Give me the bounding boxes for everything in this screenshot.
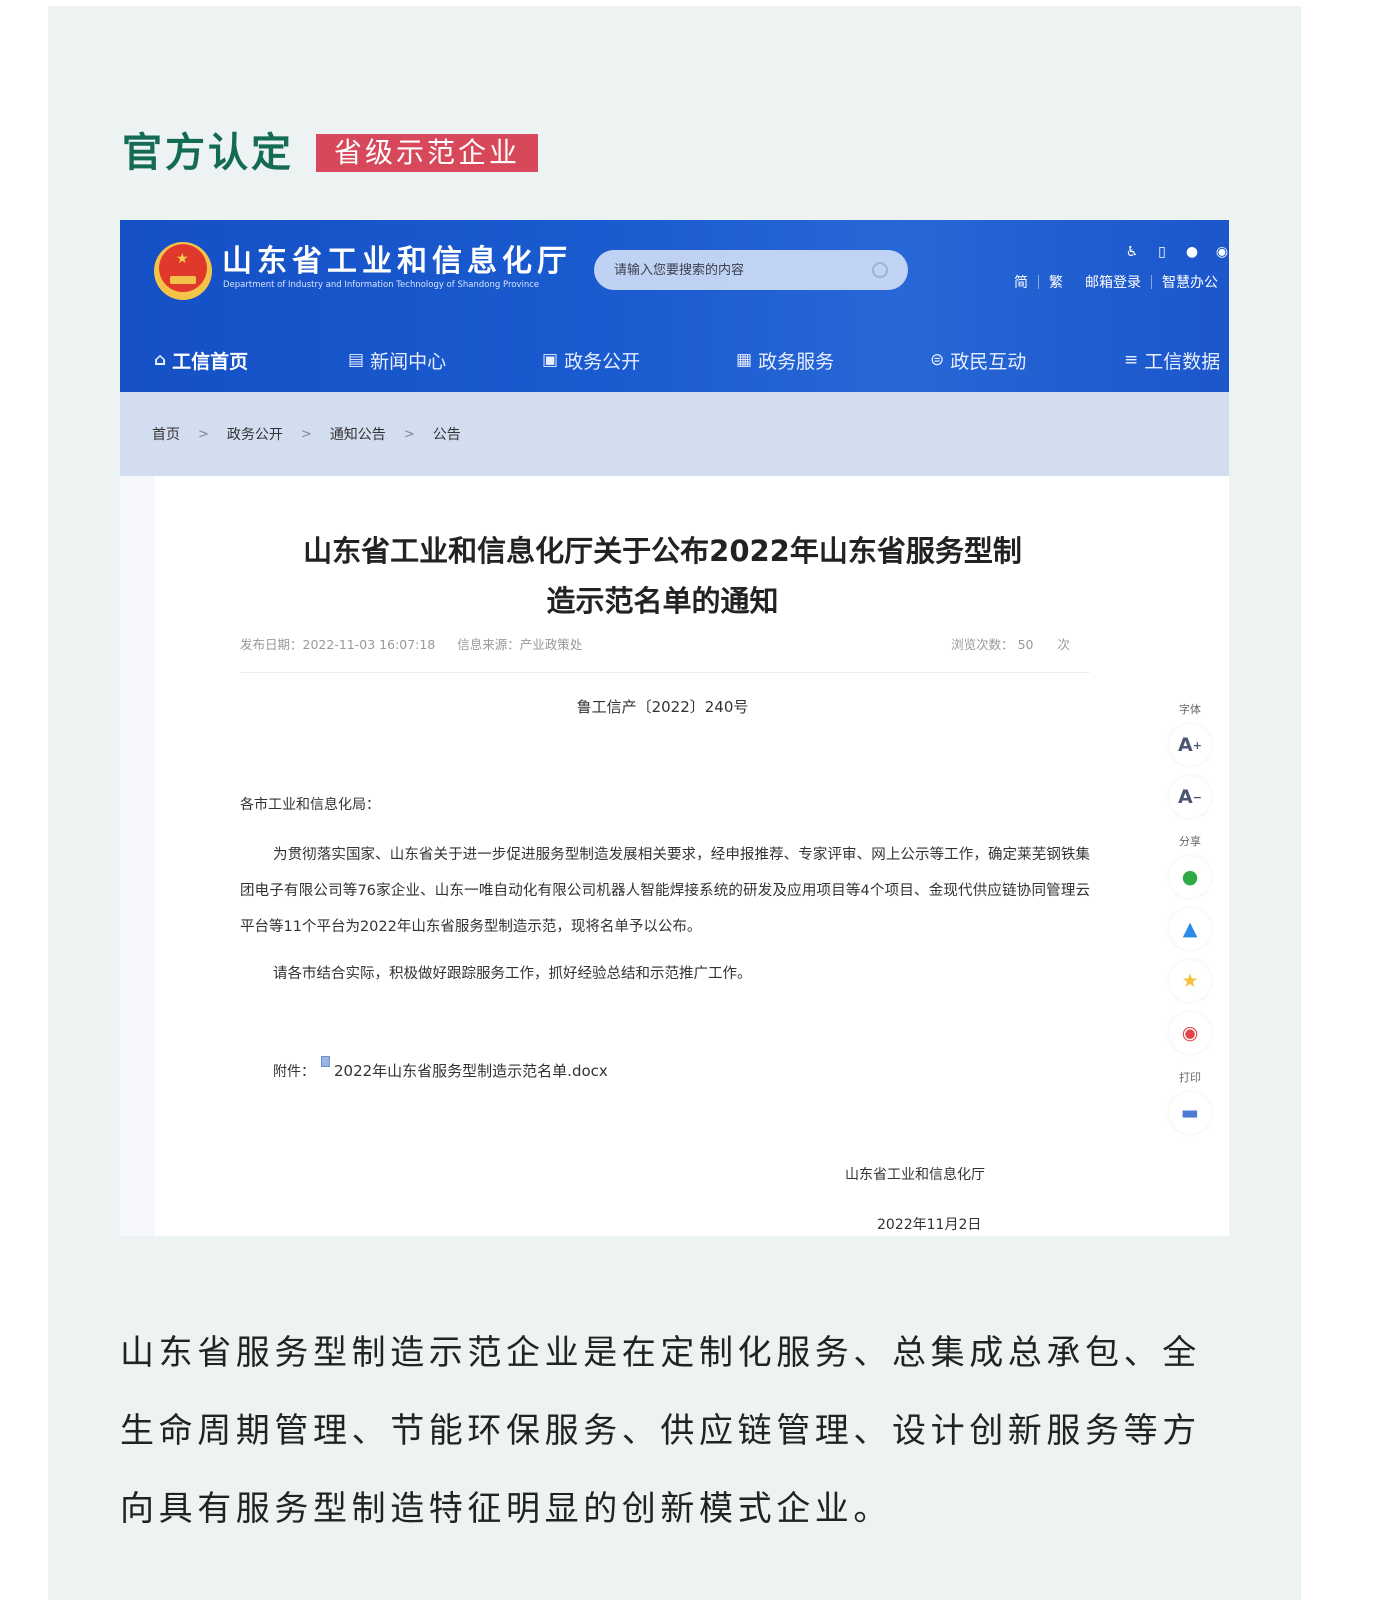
site-name-en: Department of Industry and Information T… bbox=[223, 280, 540, 290]
search-icon[interactable] bbox=[872, 262, 888, 278]
breadcrumb-separator: > bbox=[198, 426, 209, 442]
nav-item-label: 政务服务 bbox=[758, 350, 835, 373]
chat-icon: ⊜ bbox=[930, 350, 945, 370]
publish-date: 发布日期：2022-11-03 16:07:18 bbox=[240, 637, 436, 652]
addressee: 各市工业和信息化局： bbox=[240, 797, 380, 813]
main-nav: ⌂ 工信首页 ▤ 新闻中心 ▣ 政务公开 ▦ 政务服务 ⊜ 政民互动 ≡ 工信数… bbox=[120, 340, 1229, 380]
signature-date: 2022年11月2日 bbox=[877, 1217, 982, 1233]
share-label: 分享 bbox=[1179, 835, 1201, 848]
font-decrease-icon: A bbox=[1178, 786, 1193, 808]
view-count-unit: 次 bbox=[1057, 637, 1070, 652]
article-panel: 山东省工业和信息化厅关于公布2022年山东省服务型制 造示范名单的通知 发布日期… bbox=[155, 476, 1229, 1236]
weibo-icon: ◉ bbox=[1181, 1022, 1199, 1044]
font-decrease-button[interactable]: A − bbox=[1169, 776, 1211, 818]
font-increase-button[interactable]: A + bbox=[1169, 724, 1211, 766]
qq-icon: ▲ bbox=[1182, 918, 1198, 940]
nav-item-label: 新闻中心 bbox=[370, 350, 447, 373]
divider bbox=[1151, 275, 1152, 289]
font-increase-icon: A bbox=[1178, 734, 1193, 756]
simplified-link[interactable]: 简 bbox=[1014, 272, 1028, 292]
view-count: 浏览次数： 50 次 bbox=[951, 634, 1070, 653]
nav-item-label: 工信数据 bbox=[1144, 350, 1221, 373]
breadcrumb-announcement[interactable]: 公告 bbox=[433, 424, 461, 444]
breadcrumb-notices[interactable]: 通知公告 bbox=[330, 424, 386, 444]
nav-item-home[interactable]: ⌂ 工信首页 bbox=[154, 347, 248, 374]
qzone-icon: ★ bbox=[1181, 970, 1199, 992]
service-icon: ▦ bbox=[736, 350, 753, 370]
section-badge: 省级示范企业 bbox=[316, 134, 539, 172]
nav-item-label: 政务公开 bbox=[564, 350, 641, 373]
divider bbox=[240, 672, 1090, 673]
wechat-icon: ● bbox=[1181, 866, 1199, 888]
mail-login-link[interactable]: 邮箱登录 bbox=[1085, 272, 1141, 292]
share-qq-button[interactable]: ▲ bbox=[1169, 908, 1211, 950]
share-weibo-button[interactable]: ◉ bbox=[1169, 1012, 1211, 1054]
search-box bbox=[594, 250, 908, 290]
traditional-link[interactable]: 繁 bbox=[1049, 272, 1063, 292]
printer-icon: ▬ bbox=[1181, 1102, 1199, 1124]
weibo-icon[interactable]: ◉ bbox=[1215, 244, 1229, 260]
nav-item-gov-affairs[interactable]: ▣ 政务公开 bbox=[542, 347, 640, 374]
view-count-label: 浏览次数： bbox=[951, 637, 1014, 652]
top-links: 简 繁 邮箱登录 智慧办公 bbox=[1014, 272, 1218, 292]
breadcrumb-home[interactable]: 首页 bbox=[152, 424, 180, 444]
database-icon: ≡ bbox=[1124, 350, 1139, 370]
nav-item-gov-services[interactable]: ▦ 政务服务 bbox=[736, 347, 834, 374]
print-label: 打印 bbox=[1179, 1071, 1201, 1084]
document-icon: ▤ bbox=[348, 350, 365, 370]
view-count-value: 50 bbox=[1017, 637, 1034, 652]
breadcrumb-bar: 首页 > 政务公开 > 通知公告 > 公告 bbox=[120, 392, 1229, 476]
nav-item-interaction[interactable]: ⊜ 政民互动 bbox=[930, 347, 1026, 374]
article-meta: 发布日期：2022-11-03 16:07:18 信息来源：产业政策处 浏览次数… bbox=[240, 634, 1070, 653]
breadcrumb: 首页 > 政务公开 > 通知公告 > 公告 bbox=[152, 424, 461, 444]
font-label: 字体 bbox=[1179, 703, 1201, 716]
national-emblem-icon: ★ bbox=[154, 242, 212, 300]
nav-item-news[interactable]: ▤ 新闻中心 bbox=[348, 347, 446, 374]
share-qzone-button[interactable]: ★ bbox=[1169, 960, 1211, 1002]
wechat-icon[interactable]: ● bbox=[1185, 244, 1199, 260]
nav-item-label: 政民互动 bbox=[950, 350, 1027, 373]
attachment-label: 附件： bbox=[273, 1064, 315, 1080]
document-number: 鲁工信产〔2022〕240号 bbox=[576, 698, 749, 716]
attachment: 附件： 2022年山东省服务型制造示范名单.docx bbox=[273, 1056, 608, 1081]
breadcrumb-separator: > bbox=[403, 426, 415, 442]
article-title-line: 山东省工业和信息化厅关于公布2022年山东省服务型制 bbox=[303, 534, 1022, 568]
smart-office-link[interactable]: 智慧办公 bbox=[1162, 272, 1218, 292]
signature-org: 山东省工业和信息化厅 bbox=[845, 1167, 985, 1183]
monitor-icon: ▣ bbox=[542, 350, 559, 370]
breadcrumb-separator: > bbox=[300, 426, 312, 442]
top-icons: ♿ ▯ ● ◉ bbox=[1125, 244, 1229, 260]
description-paragraph: 山东省服务型制造示范企业是在定制化服务、总集成总承包、全生命周期管理、节能环保服… bbox=[120, 1333, 1201, 1529]
share-wechat-button[interactable]: ● bbox=[1169, 856, 1211, 898]
info-source: 信息来源：产业政策处 bbox=[457, 637, 583, 652]
search-input[interactable] bbox=[614, 262, 872, 278]
section-heading: 官方认定 省级示范企业 bbox=[122, 128, 539, 178]
attachment-link[interactable]: 2022年山东省服务型制造示范名单.docx bbox=[334, 1060, 608, 1081]
site-name[interactable]: 山东省工业和信息化厅 bbox=[222, 244, 572, 280]
side-toolbar: 字体 A + A − 分享 ● ▲ ★ ◉ 打印 ▬ bbox=[1167, 702, 1213, 1144]
article-paragraph: 为贯彻落实国家、山东省关于进一步促进服务型制造发展相关要求，经申报推荐、专家评审… bbox=[240, 847, 1090, 935]
accessibility-icon[interactable]: ♿ bbox=[1125, 244, 1139, 260]
article-title-line: 造示范名单的通知 bbox=[546, 584, 779, 618]
mobile-icon[interactable]: ▯ bbox=[1155, 244, 1169, 260]
divider bbox=[1038, 275, 1039, 289]
nav-item-data[interactable]: ≡ 工信数据 bbox=[1124, 347, 1220, 374]
section-title: 官方认定 bbox=[122, 130, 294, 176]
article-paragraph: 请各市结合实际，积极做好跟踪服务工作，抓好经验总结和示范推广工作。 bbox=[273, 966, 752, 982]
home-icon: ⌂ bbox=[154, 350, 167, 370]
print-button[interactable]: ▬ bbox=[1169, 1092, 1211, 1134]
breadcrumb-gov-affairs[interactable]: 政务公开 bbox=[227, 424, 283, 444]
site-header: ★ 山东省工业和信息化厅 Department of Industry and … bbox=[120, 220, 1229, 392]
file-icon bbox=[321, 1056, 330, 1067]
nav-item-label: 工信首页 bbox=[172, 350, 249, 373]
website-screenshot: ★ 山东省工业和信息化厅 Department of Industry and … bbox=[120, 220, 1229, 1236]
article-title: 山东省工业和信息化厅关于公布2022年山东省服务型制 造示范名单的通知 bbox=[155, 526, 1170, 626]
